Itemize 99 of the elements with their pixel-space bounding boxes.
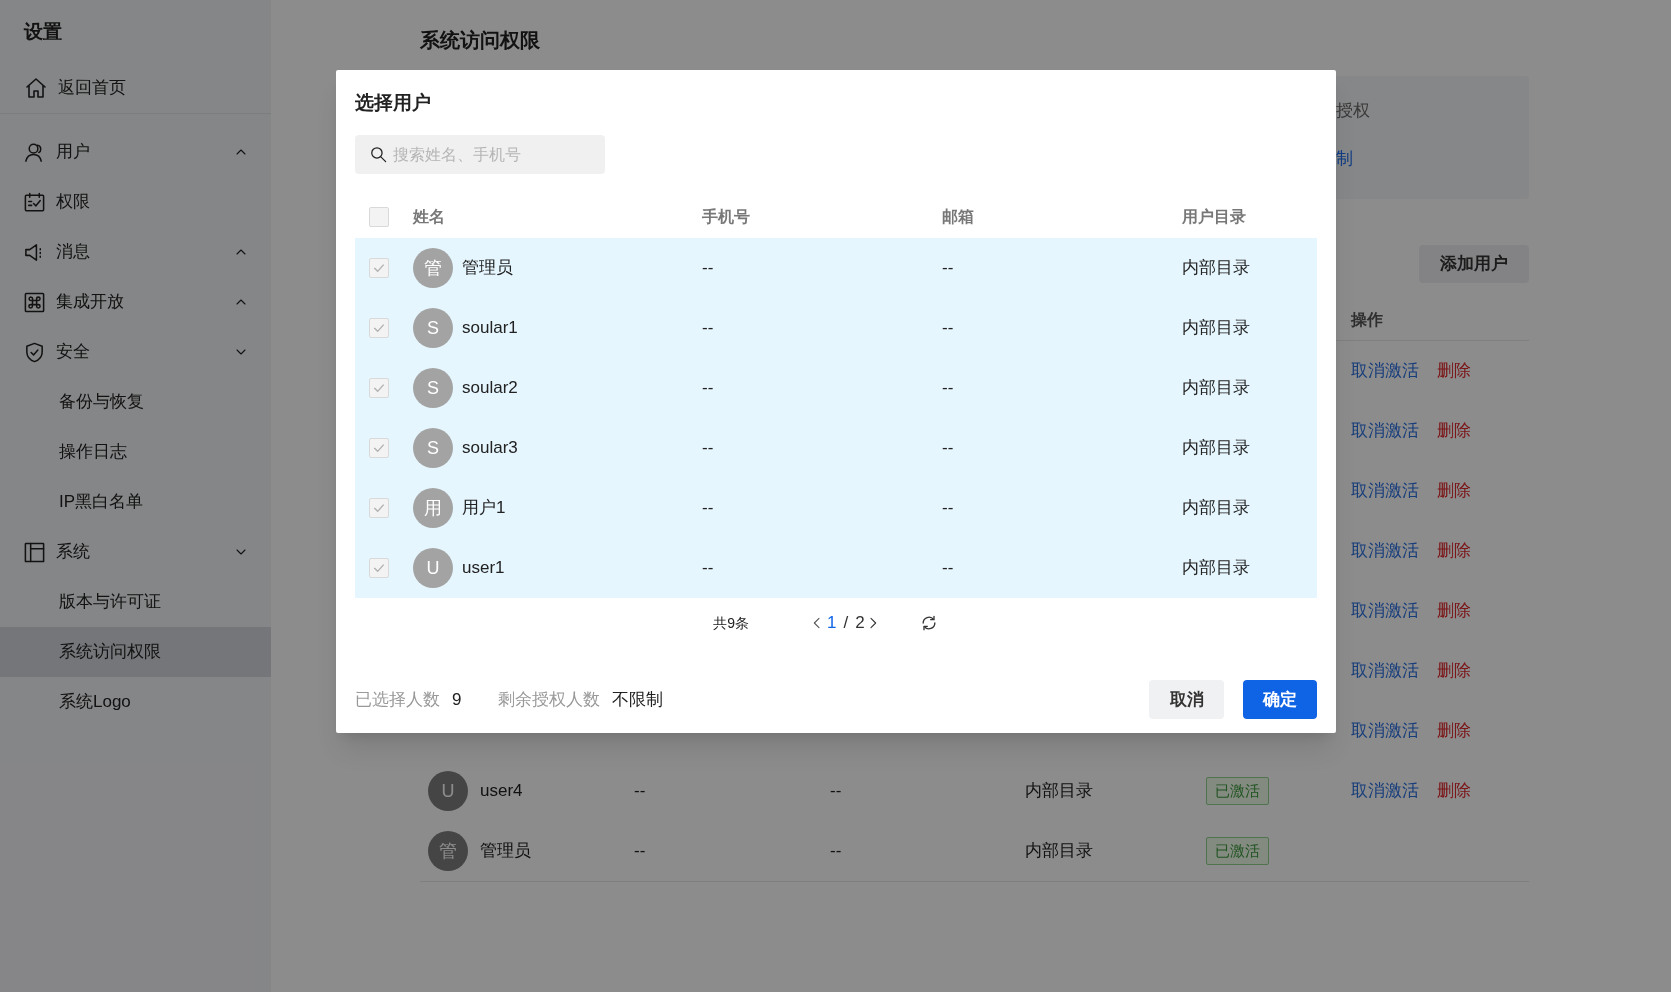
deactivate-link[interactable]: 取消激活 xyxy=(1351,718,1419,744)
delete-link[interactable]: 删除 xyxy=(1437,478,1471,504)
delete-link[interactable]: 删除 xyxy=(1437,658,1471,684)
user-name: 管理员 xyxy=(462,257,513,280)
page-separator: / xyxy=(843,612,849,635)
table-cell: -- xyxy=(702,498,714,518)
table-cell: -- xyxy=(830,841,842,861)
user-name: user4 xyxy=(480,780,523,803)
column-header: 邮箱 xyxy=(942,208,974,225)
delete-link[interactable]: 删除 xyxy=(1437,718,1471,744)
home-icon xyxy=(24,75,48,100)
table-cell: -- xyxy=(702,558,714,578)
search-field[interactable]: 搜索姓名、手机号 xyxy=(355,135,605,174)
page-count: 2 xyxy=(855,612,865,635)
sidebar-subitem[interactable]: 系统Logo xyxy=(0,677,271,727)
table-cell: 内部目录 xyxy=(1182,318,1250,338)
sidebar-subitem[interactable]: 版本与许可证 xyxy=(0,577,271,627)
table-cell: -- xyxy=(634,841,646,861)
delete-link[interactable]: 删除 xyxy=(1437,358,1471,384)
sidebar-subitem[interactable]: 操作日志 xyxy=(0,427,271,477)
command-key-icon xyxy=(23,290,46,314)
column-header: 手机号 xyxy=(702,208,750,225)
avatar: 管 xyxy=(413,248,453,288)
deactivate-link[interactable]: 取消激活 xyxy=(1351,478,1419,504)
column-header: 用户目录 xyxy=(1182,208,1246,225)
avatar: 管 xyxy=(428,831,468,871)
table-cell: 内部目录 xyxy=(1182,558,1250,578)
table-cell: -- xyxy=(942,558,954,578)
avatar: U xyxy=(428,771,468,811)
add-user-button[interactable]: 添加用户 xyxy=(1419,245,1529,283)
delete-link[interactable]: 删除 xyxy=(1437,598,1471,624)
table-cell: -- xyxy=(702,258,714,278)
current-page[interactable]: 1 xyxy=(827,610,837,636)
sidebar-item[interactable]: 系统 xyxy=(0,527,271,577)
delete-link[interactable]: 删除 xyxy=(1437,538,1471,564)
sidebar-item[interactable]: 集成开放 xyxy=(0,277,271,327)
sidebar-item[interactable]: 安全 xyxy=(0,327,271,377)
confirm-button[interactable]: 确定 xyxy=(1243,680,1317,719)
user-name: soular1 xyxy=(462,317,518,340)
table-cell: -- xyxy=(634,781,646,801)
sidebar-subitem[interactable]: 备份与恢复 xyxy=(0,377,271,427)
search-icon xyxy=(369,145,388,164)
info-label: 授权 xyxy=(1336,100,1370,122)
delete-link[interactable]: 删除 xyxy=(1437,778,1471,804)
page-title: 系统访问权限 xyxy=(420,28,541,53)
avatar: S xyxy=(413,368,453,408)
deactivate-link[interactable]: 取消激活 xyxy=(1351,658,1419,684)
cancel-button[interactable]: 取消 xyxy=(1149,680,1224,719)
user-name: user1 xyxy=(462,557,505,580)
calendar-check-icon xyxy=(23,190,46,214)
status-badge: 已激活 xyxy=(1206,836,1269,866)
user-name: 管理员 xyxy=(480,840,531,863)
sidebar-item[interactable]: 权限 xyxy=(0,177,271,227)
deactivate-link[interactable]: 取消激活 xyxy=(1351,778,1419,804)
sidebar-item[interactable]: 消息 xyxy=(0,227,271,277)
selected-count-label: 已选择人数 xyxy=(355,688,440,711)
avatar: 用 xyxy=(413,488,453,528)
deactivate-link[interactable]: 取消激活 xyxy=(1351,418,1419,444)
layout-icon xyxy=(23,540,46,564)
column-header: 操作 xyxy=(1351,310,1384,330)
table-cell: 内部目录 xyxy=(1025,781,1093,801)
table-cell: 内部目录 xyxy=(1182,438,1250,458)
table-cell: -- xyxy=(942,498,954,518)
table-cell: -- xyxy=(942,258,954,278)
sidebar-subitem[interactable]: IP黑白名单 xyxy=(0,477,271,527)
table-cell: 内部目录 xyxy=(1182,258,1250,278)
delete-link[interactable]: 删除 xyxy=(1437,418,1471,444)
info-value: 制 xyxy=(1336,147,1353,170)
table-cell: 内部目录 xyxy=(1182,498,1250,518)
avatar: U xyxy=(413,548,453,588)
sidebar-subitem[interactable]: 系统访问权限 xyxy=(0,627,271,677)
table-cell: -- xyxy=(702,378,714,398)
total-count: 共9条 xyxy=(713,613,750,633)
table-cell: -- xyxy=(702,438,714,458)
user-name: soular2 xyxy=(462,377,518,400)
user-name: soular3 xyxy=(462,437,518,460)
table-cell: 内部目录 xyxy=(1025,841,1093,861)
status-badge: 已激活 xyxy=(1206,776,1269,806)
table-cell: 内部目录 xyxy=(1182,378,1250,398)
sidebar-title: 设置 xyxy=(22,20,63,44)
remaining-seats-label: 剩余授权人数 xyxy=(498,688,601,711)
avatar: S xyxy=(413,428,453,468)
table-cell: -- xyxy=(830,781,842,801)
shield-check-icon xyxy=(23,340,46,364)
deactivate-link[interactable]: 取消激活 xyxy=(1351,598,1419,624)
dialog-title: 选择用户 xyxy=(355,90,432,115)
table-cell: -- xyxy=(942,318,954,338)
home-link[interactable]: 返回首页 xyxy=(0,62,271,114)
sidebar-item[interactable]: 用户 xyxy=(0,127,271,177)
table-cell: -- xyxy=(942,378,954,398)
user-name: 用户1 xyxy=(462,497,506,520)
remaining-seats-value: 不限制 xyxy=(612,688,664,711)
deactivate-link[interactable]: 取消激活 xyxy=(1351,538,1419,564)
table-cell: -- xyxy=(942,438,954,458)
selected-count-value: 9 xyxy=(452,688,462,711)
column-header: 姓名 xyxy=(413,208,445,225)
deactivate-link[interactable]: 取消激活 xyxy=(1351,358,1419,384)
avatar: S xyxy=(413,308,453,348)
table-cell: -- xyxy=(702,318,714,338)
